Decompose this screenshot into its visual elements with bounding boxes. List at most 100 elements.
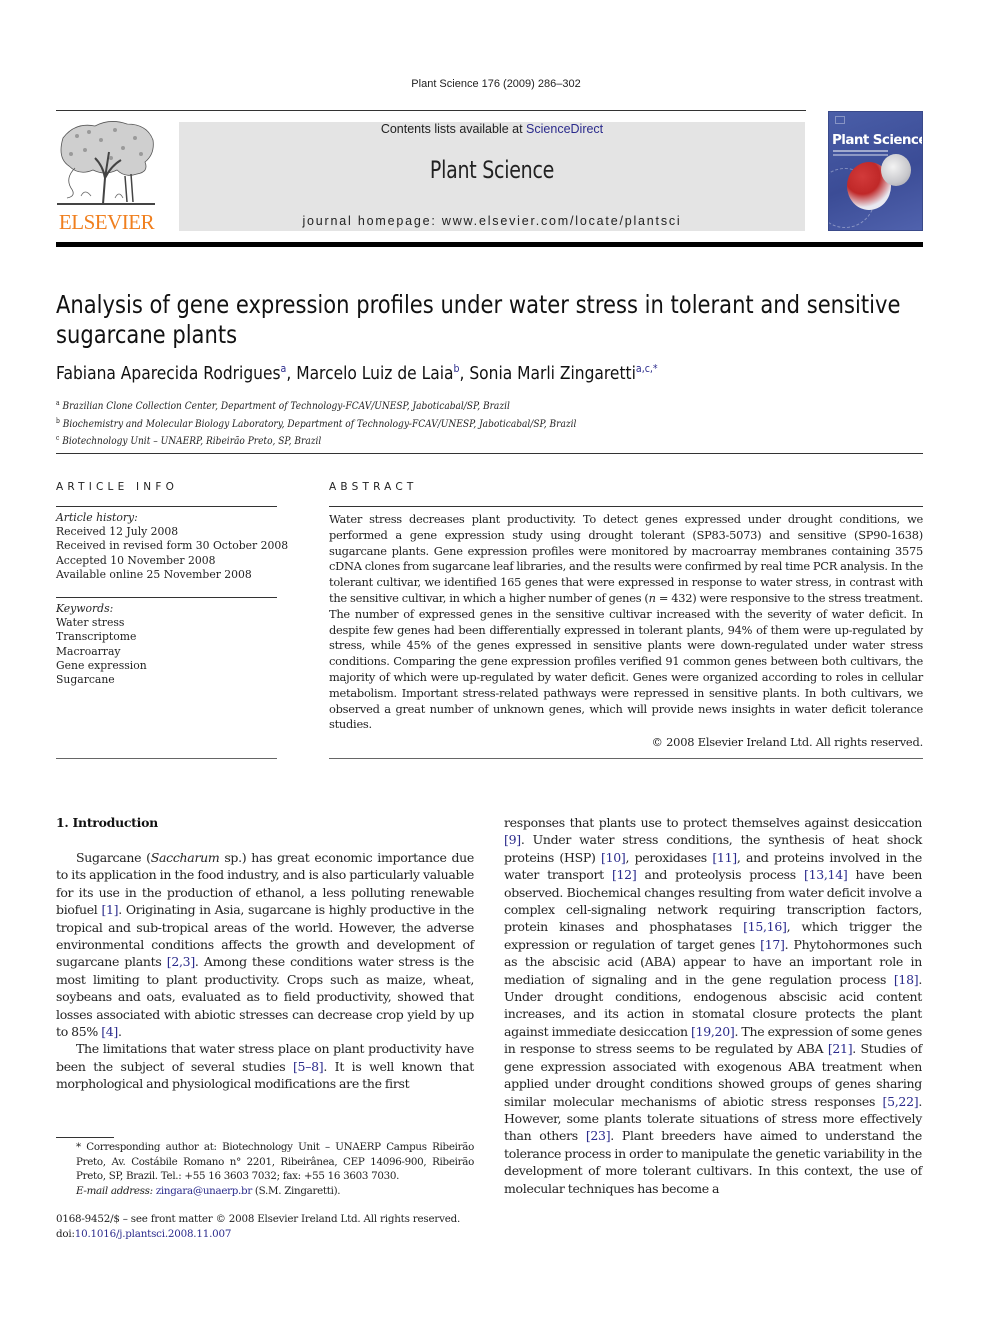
- keywords-rule: [56, 597, 277, 598]
- abstract-rule: [329, 506, 923, 507]
- article-info-rule: [56, 506, 277, 507]
- paragraph: The limitations that water stress place …: [56, 1040, 474, 1092]
- abstract-copyright: © 2008 Elsevier Ireland Ltd. All rights …: [651, 735, 924, 749]
- author-affiliation-mark[interactable]: a,c,*: [636, 362, 658, 375]
- text-run: , peroxidases: [625, 849, 713, 865]
- elsevier-logo[interactable]: ELSEVIER: [55, 118, 158, 233]
- affiliation-mark: a: [56, 399, 60, 407]
- citation-link[interactable]: [19,20]: [691, 1024, 735, 1039]
- text-run: Sugarcane (: [76, 850, 151, 865]
- keyword: Sugarcane: [56, 673, 115, 687]
- cover-publisher-icon: [835, 116, 845, 124]
- journal-title: Plant Science: [429, 156, 555, 184]
- issn-line: 0168-9452/$ – see front matter © 2008 El…: [56, 1213, 461, 1225]
- footnote-marker: *: [76, 1141, 87, 1153]
- history-entry: Available online 25 November 2008: [56, 567, 252, 581]
- article-history-label: Article history:: [56, 511, 138, 524]
- keywords-label: Keywords:: [56, 602, 114, 615]
- affiliation-mark: c: [56, 434, 60, 442]
- paragraph: Sugarcane (Saccharum sp.) has great econ…: [56, 849, 474, 1040]
- footnote-rule: [56, 1137, 114, 1138]
- keyword: Water stress: [56, 616, 125, 630]
- affiliation-list: a Brazilian Clone Collection Center, Dep…: [56, 396, 576, 449]
- cover-subtitle: [833, 150, 888, 156]
- citation-link[interactable]: [15,16]: [743, 919, 787, 934]
- history-entry: Received 12 July 2008: [56, 525, 179, 539]
- affiliation-mark: b: [56, 416, 60, 425]
- contents-prefix: Contents lists available at: [380, 122, 527, 136]
- citation-link[interactable]: [17]: [760, 937, 785, 952]
- introduction-heading: 1. Introduction: [56, 815, 158, 830]
- author-list: Fabiana Aparecida Rodriguesa, Marcelo Lu…: [56, 362, 658, 384]
- keyword: Gene expression: [56, 658, 147, 672]
- keyword: Transcriptome: [56, 630, 137, 644]
- doi-prefix: doi:: [56, 1228, 75, 1240]
- keywords: Keywords: Water stress Transcriptome Mac…: [56, 602, 277, 687]
- journal-masthead: Contents lists available at ScienceDirec…: [179, 122, 805, 231]
- article-info-heading: ARTICLE INFO: [56, 481, 179, 493]
- journal-cover-image[interactable]: Plant Science: [828, 111, 923, 231]
- abstract-part: = 432) were responsive to the stress tre…: [329, 590, 923, 732]
- article-history: Article history: Received 12 July 2008 R…: [56, 511, 289, 582]
- italic-term: Saccharum: [150, 850, 220, 865]
- contents-availability: Contents lists available at ScienceDirec…: [179, 122, 805, 136]
- affiliation-text: Biochemistry and Molecular Biology Labor…: [62, 417, 577, 430]
- citation-link[interactable]: [5,22]: [883, 1094, 919, 1109]
- affiliation: c Biotechnology Unit – UNAERP, Ribeirão …: [56, 431, 576, 449]
- affiliation: b Biochemistry and Molecular Biology Lab…: [56, 414, 576, 432]
- paragraph: responses that plants use to protect the…: [504, 814, 922, 1197]
- citation-link[interactable]: [2,3]: [167, 954, 195, 969]
- journal-reference: Plant Science 176 (2009) 286–302: [411, 78, 581, 90]
- title-bottom-rule: [56, 453, 923, 454]
- author-name[interactable]: Marcelo Luiz de Laia: [296, 363, 453, 384]
- author-name[interactable]: Sonia Marli Zingaretti: [469, 363, 636, 384]
- author-separator: ,: [459, 363, 470, 384]
- citation-link[interactable]: [9]: [504, 832, 521, 847]
- citation-link[interactable]: [13,14]: [804, 867, 848, 882]
- history-entry: Accepted 10 November 2008: [56, 553, 216, 567]
- author-email-link[interactable]: zingara@unaerp.br: [156, 1185, 252, 1197]
- header-thick-rule: [56, 242, 923, 247]
- author-name[interactable]: Fabiana Aparecida Rodrigues: [56, 363, 281, 384]
- citation-link[interactable]: [4]: [101, 1024, 118, 1039]
- corresponding-author-footnote: * Corresponding author at: Biotechnology…: [56, 1140, 474, 1198]
- front-matter: 0168-9452/$ – see front matter © 2008 El…: [56, 1212, 496, 1242]
- author-separator: ,: [286, 363, 297, 384]
- text-run: .: [118, 1024, 122, 1040]
- citation-link[interactable]: [11]: [712, 850, 737, 865]
- citation-link[interactable]: [5–8]: [293, 1059, 324, 1074]
- abstract-heading: ABSTRACT: [329, 481, 418, 493]
- citation-link[interactable]: [21]: [828, 1041, 853, 1056]
- corresponding-address: Corresponding author at: Biotechnology U…: [76, 1141, 474, 1183]
- abstract-text: Water stress decreases plant productivit…: [329, 512, 923, 733]
- keyword: Macroarray: [56, 644, 121, 658]
- cover-grey-sphere: [881, 154, 911, 186]
- citation-link[interactable]: [18]: [894, 972, 919, 987]
- citation-link[interactable]: [12]: [612, 867, 637, 882]
- article-info-bottom-rule: [56, 758, 277, 759]
- abstract-bottom-rule: [329, 758, 923, 759]
- doi-line: doi:10.1016/j.plantsci.2008.11.007: [56, 1227, 496, 1242]
- elsevier-tree-icon: [57, 121, 155, 205]
- citation-link[interactable]: [10]: [601, 850, 626, 865]
- citation-link[interactable]: [23]: [586, 1128, 611, 1143]
- sciencedirect-link[interactable]: ScienceDirect: [526, 122, 603, 136]
- affiliation-text: Brazilian Clone Collection Center, Depar…: [62, 400, 510, 412]
- elsevier-wordmark: ELSEVIER: [58, 210, 155, 234]
- affiliation-text: Biotechnology Unit – UNAERP, Ribeirão Pr…: [62, 435, 322, 447]
- text-run: and proteolysis process: [636, 867, 804, 883]
- header-top-rule: [56, 110, 806, 111]
- doi-link[interactable]: 10.1016/j.plantsci.2008.11.007: [75, 1228, 232, 1240]
- cover-title: Plant Science: [832, 132, 923, 148]
- text-run: responses that plants use to protect the…: [504, 815, 922, 830]
- body-column-left: Sugarcane (Saccharum sp.) has great econ…: [56, 849, 474, 1093]
- body-column-right: responses that plants use to protect the…: [504, 814, 922, 1197]
- email-suffix: (S.M. Zingaretti).: [251, 1184, 341, 1197]
- history-entry: Received in revised form 30 October 2008: [56, 539, 289, 553]
- citation-link[interactable]: [1]: [101, 902, 118, 917]
- email-label: E-mail address:: [76, 1184, 153, 1197]
- affiliation: a Brazilian Clone Collection Center, Dep…: [56, 396, 576, 414]
- abstract-variable: n: [648, 590, 656, 605]
- journal-homepage-link[interactable]: journal homepage: www.elsevier.com/locat…: [179, 214, 805, 228]
- article-title: Analysis of gene expression profiles und…: [56, 290, 901, 349]
